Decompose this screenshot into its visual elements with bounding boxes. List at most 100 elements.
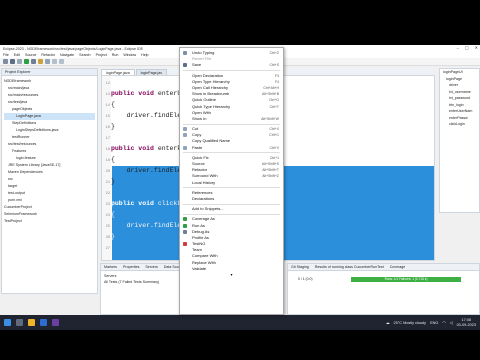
menu-navigate[interactable]: Navigate	[60, 53, 74, 57]
context-menu-item[interactable]: Declarations	[180, 196, 283, 202]
run-icon[interactable]	[24, 59, 29, 64]
context-menu-label: Declarations	[192, 195, 215, 201]
tree-item[interactable]: pageObjects	[4, 106, 95, 113]
tree-item[interactable]: NGDEframework	[4, 78, 95, 85]
context-menu-item[interactable]: Paste Ctrl+V	[180, 145, 283, 151]
tree-item[interactable]: src/test/resources	[4, 141, 95, 148]
menu-run[interactable]: Run	[112, 53, 119, 57]
menu-window[interactable]: Window	[123, 53, 136, 57]
line-number: 20	[105, 170, 110, 174]
tree-item[interactable]: Features	[4, 148, 95, 155]
menu-separator	[183, 213, 280, 215]
context-menu-item[interactable]: Show In Alt+Shift+W	[180, 116, 283, 122]
context-menu-shortcut: Alt+Shift+W	[261, 116, 279, 121]
debug-icon[interactable]	[31, 59, 36, 64]
line-number: 15	[105, 115, 110, 119]
editor-context-menu: Undo Typing Ctrl+Z Revert File Save Ctrl+S Op…	[179, 47, 284, 315]
tab-bottom-right[interactable]: Git Staging	[291, 264, 309, 270]
close-icon[interactable]: ✕	[475, 45, 478, 50]
tree-item[interactable]: JRE System Library [JavaSE-17]	[4, 162, 95, 169]
menu-item-icon	[183, 63, 187, 68]
tree-item[interactable]: StepDefinitions	[4, 120, 95, 127]
menu-file[interactable]: File	[3, 53, 9, 57]
tree-item[interactable]: Maven Dependencies	[4, 169, 95, 176]
window-title: Eclipse-2023 - NGDEframework/src/test/ja…	[3, 46, 144, 51]
menu-item-icon	[183, 145, 187, 150]
forward-icon[interactable]	[59, 59, 64, 64]
menu-separator	[183, 187, 280, 189]
code-token: }	[111, 123, 115, 130]
project-tree: NGDEframework src/main/java src/main/resou…	[2, 76, 97, 227]
line-number: 27	[105, 247, 110, 251]
back-icon[interactable]	[52, 59, 57, 64]
wifi-icon[interactable]: ◠	[442, 320, 445, 325]
tree-item[interactable]: target	[4, 183, 95, 190]
minimize-icon[interactable]: –	[457, 45, 459, 50]
tree-item[interactable]: src	[4, 176, 95, 183]
search-icon[interactable]	[45, 59, 50, 64]
start-icon[interactable]	[4, 319, 11, 326]
tree-item[interactable]: login.feature	[4, 155, 95, 162]
browser-icon[interactable]	[40, 319, 47, 326]
menu-help[interactable]: Help	[141, 53, 148, 57]
code-token: }	[111, 233, 115, 240]
tab-bottom-right[interactable]: Results of running class CucumberRunTest	[315, 264, 384, 270]
tree-item[interactable]: CucumberProject	[4, 204, 95, 211]
menu-item-icon	[183, 127, 187, 132]
eclipse-icon[interactable]	[52, 319, 59, 326]
tree-item[interactable]: src/main/java	[4, 85, 95, 92]
menu-separator	[183, 203, 280, 205]
language-indicator[interactable]: ENG	[430, 321, 438, 325]
menu-source[interactable]: Source	[25, 53, 36, 57]
save-icon[interactable]	[10, 59, 15, 64]
tab-bottom-left[interactable]: Markers	[104, 264, 117, 270]
project-explorer: Project Explorer NGDEframework src/main/j…	[1, 68, 98, 294]
menu-project[interactable]: Project	[96, 53, 107, 57]
print-icon[interactable]	[17, 59, 22, 64]
new-icon[interactable]	[3, 59, 8, 64]
taskbar: ☁ 25°C Mostly cloudy ENG ◠ ◁ 17:08 03-09…	[0, 315, 480, 330]
menu-separator	[183, 70, 280, 72]
context-menu-label: Save	[192, 62, 202, 68]
clock[interactable]: 17:08 03-09-2023	[457, 318, 476, 328]
menu-edit[interactable]: Edit	[14, 53, 20, 57]
tree-item[interactable]: test-output	[4, 190, 95, 197]
system-tray: ☁ 25°C Mostly cloudy ENG ◠ ◁ 17:08 03-09…	[386, 315, 476, 330]
line-number: 24	[105, 214, 110, 218]
screen: Eclipse-2023 - NGDEframework/src/test/ja…	[0, 0, 480, 360]
context-menu-label: Local History	[192, 179, 216, 185]
context-menu-item[interactable]: Add to Snippets...	[180, 206, 283, 212]
tab-bottom-right[interactable]: Coverage	[390, 264, 406, 270]
context-menu-item[interactable]: Save Ctrl+S	[180, 62, 283, 68]
clock-date: 03-09-2023	[456, 322, 476, 327]
search-taskbar-icon[interactable]	[16, 319, 23, 326]
tab-bottom-left[interactable]: Servers	[145, 264, 157, 270]
outline-item[interactable]: clickLogin	[440, 121, 479, 128]
context-menu-item[interactable]: Local History	[180, 180, 283, 186]
tree-item[interactable]: src/main/resources	[4, 92, 95, 99]
tree-item[interactable]: pom.xml	[4, 197, 95, 204]
run-status: 0 / 1 (0.0)	[298, 277, 313, 281]
tree-item[interactable]: src/test/java	[4, 99, 95, 106]
tree-item[interactable]: LoginStepsDefinitions.java	[4, 127, 95, 134]
tree-item[interactable]: SeleniumFramework	[4, 211, 95, 218]
folder-icon[interactable]	[38, 59, 43, 64]
context-menu-shortcut: Ctrl+V	[269, 145, 279, 150]
window-controls: – ▢ ✕	[457, 45, 478, 50]
file-explorer-icon[interactable]	[28, 319, 35, 326]
maximize-icon[interactable]: ▢	[465, 45, 469, 50]
line-number: 18	[105, 148, 110, 152]
volume-icon[interactable]: ◁	[450, 320, 453, 325]
menu-refactor[interactable]: Refactor	[41, 53, 55, 57]
tab-bottom-left[interactable]: Properties	[123, 264, 139, 270]
menu-search[interactable]: Search	[79, 53, 90, 57]
context-menu-item[interactable]: Validate	[180, 266, 283, 272]
weather-text: 25°C Mostly cloudy	[393, 320, 427, 325]
line-number: 16	[105, 126, 110, 130]
tree-item[interactable]: TestProject	[4, 218, 95, 225]
more-items-arrow-icon[interactable]: ▾	[180, 272, 283, 277]
tree-item[interactable]: LoginPage.java	[4, 113, 95, 120]
line-number: 14	[105, 104, 110, 108]
code-token: public void	[111, 90, 158, 97]
tree-item[interactable]: testRunner	[4, 134, 95, 141]
